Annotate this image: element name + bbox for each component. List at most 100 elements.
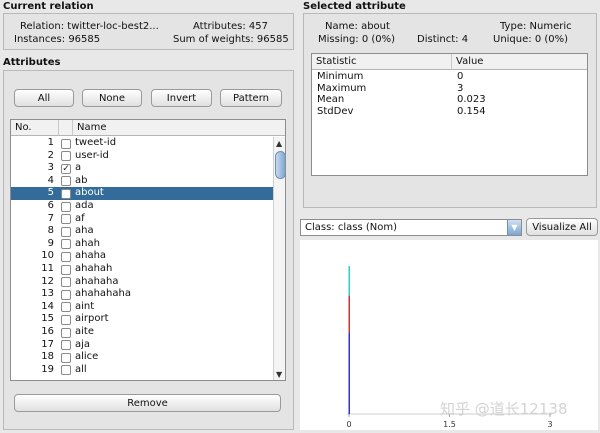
instances-value: 96585 — [68, 34, 101, 45]
attribute-checkbox[interactable] — [61, 138, 71, 149]
statistic-row: Mean 0.023 — [312, 94, 587, 106]
attributes-table[interactable]: No. Name 1 tweet-id 2 user-id 3 ✓ a 4 ab 5 about 6 a… — [10, 119, 286, 381]
chevron-down-icon[interactable]: ▼ — [507, 220, 521, 235]
attribute-row[interactable]: 3 ✓ a — [11, 162, 273, 175]
class-dropdown[interactable]: Class: class (Nom) ▼ — [300, 219, 522, 236]
attribute-row[interactable]: 18 alice — [11, 351, 273, 364]
attribute-checkbox[interactable] — [61, 251, 71, 262]
attributes-count-row: Attributes: 457 — [193, 21, 268, 32]
column-header-checkbox[interactable] — [59, 120, 73, 136]
remove-button[interactable]: Remove — [14, 394, 281, 412]
attribute-number: 16 — [41, 326, 54, 337]
attr-missing-label: Missing: — [318, 34, 359, 45]
histogram-bar-segment — [348, 295, 350, 333]
attribute-number: 6 — [47, 200, 54, 211]
scroll-up-arrow-icon[interactable]: ▲ — [276, 139, 282, 148]
attribute-checkbox[interactable] — [61, 302, 71, 313]
attribute-number: 8 — [47, 225, 54, 237]
attribute-number: 1 — [47, 137, 54, 148]
attr-unique-row: Unique: 0 (0%) — [493, 34, 568, 45]
attribute-checkbox[interactable] — [61, 188, 71, 199]
attribute-number: 11 — [41, 263, 54, 274]
attribute-name: a — [75, 162, 82, 174]
attribute-row[interactable]: 9 ahah — [11, 238, 273, 251]
none-button[interactable]: None — [82, 89, 142, 107]
statistic-value: 0.023 — [457, 94, 486, 105]
attribute-checkbox[interactable] — [61, 365, 71, 376]
attribute-checkbox[interactable] — [61, 176, 71, 187]
attribute-row[interactable]: 5 about — [11, 187, 273, 200]
attribute-number: 18 — [41, 351, 54, 363]
attribute-name: user-id — [75, 149, 109, 161]
attribute-checkbox[interactable] — [61, 226, 71, 237]
attribute-name: ab — [75, 174, 88, 186]
scrollbar-thumb[interactable] — [275, 151, 285, 179]
attribute-checkbox[interactable] — [61, 340, 71, 351]
attribute-row[interactable]: 2 user-id — [11, 150, 273, 163]
watermark-text: 知乎 @道长12138 — [440, 400, 568, 418]
column-header-statistic[interactable]: Statistic — [312, 54, 452, 70]
column-header-name[interactable]: Name — [73, 120, 285, 136]
attribute-checkbox[interactable] — [61, 289, 71, 300]
attribute-number: 15 — [41, 313, 54, 325]
sum-weights-label: Sum of weights: — [173, 34, 254, 45]
attr-unique-value: 0 (0%) — [534, 34, 569, 45]
scroll-down-arrow-icon[interactable]: ▼ — [276, 370, 282, 379]
histogram-tick-label: 1.5 — [443, 420, 456, 429]
attribute-row[interactable]: 16 aite — [11, 326, 273, 339]
attribute-row[interactable]: 14 aint — [11, 301, 273, 314]
current-relation-title: Current relation — [3, 1, 94, 12]
attribute-row[interactable]: 4 ab — [11, 175, 273, 188]
attribute-number: 5 — [47, 187, 54, 199]
class-dropdown-value: Class: class (Nom) — [305, 222, 398, 233]
attribute-name: alice — [75, 351, 99, 363]
attribute-number: 9 — [47, 237, 54, 249]
attribute-name: airport — [75, 313, 109, 325]
attribute-number: 10 — [41, 250, 54, 262]
attribute-checkbox[interactable] — [61, 151, 71, 162]
all-button[interactable]: All — [14, 89, 74, 107]
attr-type-value: Numeric — [529, 21, 572, 32]
attribute-row[interactable]: 19 all — [11, 364, 273, 377]
pattern-button[interactable]: Pattern — [220, 89, 282, 107]
attribute-checkbox[interactable] — [61, 314, 71, 325]
attribute-checkbox[interactable] — [61, 327, 71, 338]
attribute-row[interactable]: 12 ahahaha — [11, 276, 273, 289]
attribute-checkbox[interactable] — [61, 201, 71, 212]
column-header-no[interactable]: No. — [11, 120, 59, 136]
attr-distinct-row: Distinct: 4 — [417, 34, 468, 45]
invert-button[interactable]: Invert — [151, 89, 212, 107]
attribute-row[interactable]: 7 af — [11, 213, 273, 226]
attribute-checkbox[interactable]: ✓ — [61, 163, 71, 174]
attribute-name: ahaha — [75, 250, 107, 262]
attribute-row[interactable]: 15 airport — [11, 313, 273, 326]
attribute-row[interactable]: 6 ada — [11, 200, 273, 213]
attribute-checkbox[interactable] — [61, 264, 71, 275]
attribute-row[interactable]: 13 ahahahaha — [11, 288, 273, 301]
attribute-row[interactable]: 17 aja — [11, 339, 273, 352]
attribute-number: 13 — [41, 288, 54, 300]
attribute-name: ahahaha — [75, 275, 119, 287]
attribute-checkbox[interactable] — [61, 239, 71, 250]
visualize-all-button[interactable]: Visualize All — [526, 218, 598, 236]
statistic-row: Minimum 0 — [312, 71, 587, 83]
attribute-name: aja — [75, 338, 91, 350]
attribute-name: af — [75, 212, 85, 224]
attributes-scrollbar[interactable]: ▲ ▼ — [273, 137, 285, 380]
attribute-number: 3 — [47, 162, 54, 174]
sum-weights-value: 96585 — [256, 34, 289, 45]
attribute-name: aint — [75, 300, 95, 312]
attr-name-row: Name: about — [325, 21, 390, 32]
attribute-checkbox[interactable] — [61, 352, 71, 363]
attribute-row[interactable]: 10 ahaha — [11, 250, 273, 263]
attr-type-row: Type: Numeric — [500, 21, 572, 32]
attribute-name: aha — [75, 225, 94, 237]
attribute-checkbox[interactable] — [61, 214, 71, 225]
column-header-value[interactable]: Value — [452, 54, 587, 70]
attribute-row[interactable]: 8 aha — [11, 225, 273, 238]
attribute-checkbox[interactable] — [61, 277, 71, 288]
attribute-name: ahahahaha — [75, 288, 131, 300]
attribute-row[interactable]: 1 tweet-id — [11, 137, 273, 150]
statistic-name: Maximum — [317, 82, 367, 94]
attribute-row[interactable]: 11 ahahah — [11, 263, 273, 276]
